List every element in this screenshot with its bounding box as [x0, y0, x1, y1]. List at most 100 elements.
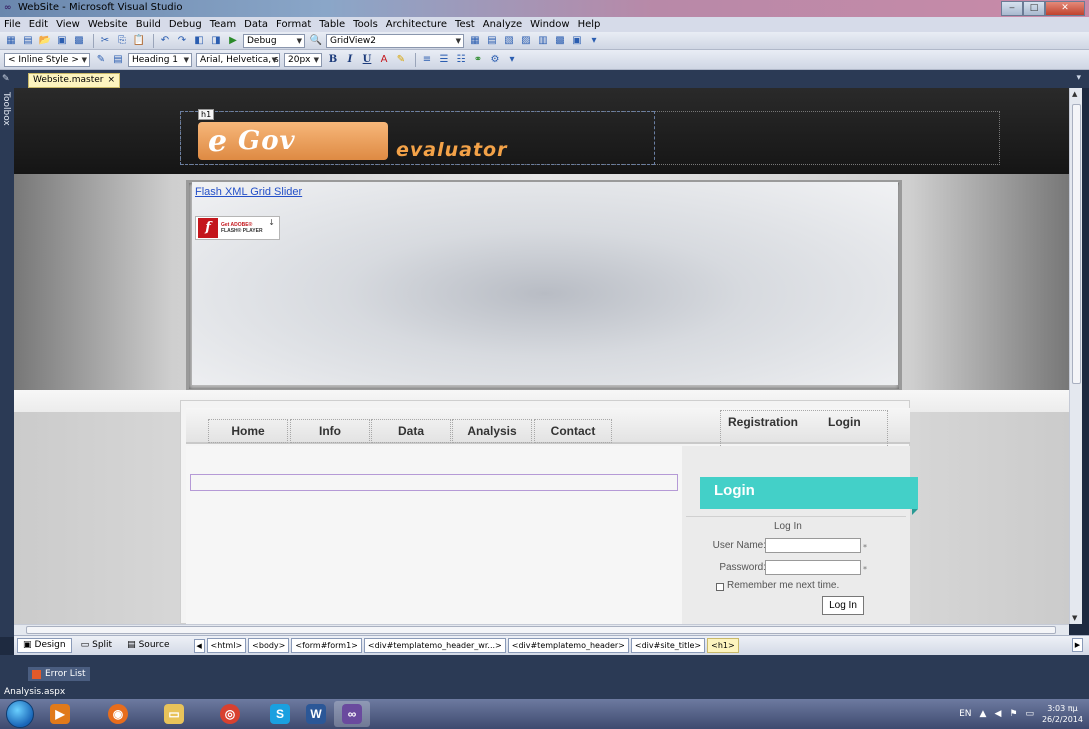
italic-button[interactable]: I	[343, 53, 357, 67]
save-all-icon[interactable]: ▩	[72, 34, 86, 48]
tag-breadcrumb-body[interactable]: <body>	[248, 638, 290, 653]
taskbar-media-player[interactable]: ▶	[42, 701, 78, 727]
nav-contact[interactable]: Contact	[534, 419, 612, 443]
format-options-icon[interactable]: ⚙	[488, 53, 502, 67]
save-icon[interactable]: ▣	[55, 34, 69, 48]
undo-icon[interactable]: ↶	[158, 34, 172, 48]
cut-icon[interactable]: ✂	[98, 34, 112, 48]
taskbar-firefox[interactable]: ◉	[100, 701, 136, 727]
nav-home[interactable]: Home	[208, 419, 288, 443]
tag-breadcrumb-site-title[interactable]: <div#site_title>	[630, 638, 706, 653]
start-debugging-icon[interactable]: ▶	[226, 34, 240, 48]
navigate-forward-icon[interactable]: ◨	[209, 34, 223, 48]
font-size-dropdown[interactable]: 20px ▼	[284, 52, 322, 67]
new-project-icon[interactable]: ▦	[4, 34, 18, 48]
tag-breadcrumb-h1[interactable]: <h1>	[707, 638, 739, 653]
error-list-tab[interactable]: Error List	[28, 667, 90, 681]
content-placeholder[interactable]	[190, 474, 678, 491]
bold-button[interactable]: B	[326, 53, 340, 67]
menu-view[interactable]: View	[56, 19, 80, 30]
new-style-icon[interactable]: ▤	[111, 53, 125, 67]
remember-me-checkbox[interactable]	[716, 583, 724, 591]
toolbox-icon[interactable]: ▧	[502, 34, 516, 48]
nav-info[interactable]: Info	[290, 419, 370, 443]
bulleted-list-icon[interactable]: ☷	[454, 53, 468, 67]
nav-registration[interactable]: Registration	[728, 415, 798, 429]
object-browser-icon[interactable]: ▥	[536, 34, 550, 48]
scroll-down-icon[interactable]: ▼	[1072, 614, 1077, 622]
toolbar-options-icon[interactable]: ▾	[505, 53, 519, 67]
toolbar-options-icon[interactable]: ▾	[587, 34, 601, 48]
design-view-button[interactable]: ▣ Design	[17, 638, 72, 653]
menu-tools[interactable]: Tools	[353, 19, 378, 30]
username-input[interactable]	[765, 538, 861, 553]
open-file-icon[interactable]: 📂	[38, 34, 52, 48]
get-flash-player-badge[interactable]: f Get ADOBE® FLASH® PLAYER ↓	[195, 216, 280, 240]
taskbar-explorer[interactable]: ▭	[156, 701, 192, 727]
target-rule-dropdown[interactable]: < Inline Style > ▼	[4, 52, 90, 67]
show-hidden-icons-icon[interactable]: ▲	[980, 709, 987, 719]
menu-edit[interactable]: Edit	[29, 19, 48, 30]
nav-login[interactable]: Login	[828, 415, 861, 429]
tag-breadcrumb-header-wrapper[interactable]: <div#templatemo_header_wr...>	[363, 638, 506, 653]
taskbar-visual-studio[interactable]: ∞	[334, 701, 370, 727]
split-view-button[interactable]: ▭ Split	[75, 638, 118, 653]
scroll-up-icon[interactable]: ▲	[1072, 90, 1077, 98]
align-icon[interactable]: ≡	[420, 53, 434, 67]
pin-icon[interactable]: ✎	[2, 74, 14, 84]
add-item-icon[interactable]: ▤	[21, 34, 35, 48]
hyperlink-icon[interactable]: ⚭	[471, 53, 485, 67]
find-combo[interactable]: GridView2 ▼	[326, 33, 464, 48]
solution-configuration-dropdown[interactable]: Debug ▼	[243, 33, 305, 48]
vertical-scroll-thumb[interactable]	[1072, 104, 1081, 384]
menu-architecture[interactable]: Architecture	[386, 19, 447, 30]
close-button[interactable]: ✕	[1045, 1, 1085, 16]
class-view-icon[interactable]: ▨	[519, 34, 533, 48]
properties-icon[interactable]: ▤	[485, 34, 499, 48]
menu-build[interactable]: Build	[136, 19, 161, 30]
horizontal-scroll-thumb[interactable]	[26, 626, 1056, 634]
block-format-dropdown[interactable]: Heading 1 ▼	[128, 52, 192, 67]
minimize-button[interactable]: ‒	[1001, 1, 1023, 16]
horizontal-scrollbar[interactable]	[14, 624, 1069, 635]
start-page-icon[interactable]: ▩	[553, 34, 567, 48]
menu-help[interactable]: Help	[578, 19, 601, 30]
font-color-icon[interactable]: A	[377, 53, 391, 67]
maximize-button[interactable]: □	[1023, 1, 1045, 16]
document-tab-website-master[interactable]: Website.master ×	[28, 73, 121, 88]
taskbar-skype[interactable]: S	[262, 701, 298, 727]
taskbar-chrome[interactable]: ◎	[212, 701, 248, 727]
copy-icon[interactable]: ⎘	[115, 34, 129, 48]
nav-data[interactable]: Data	[371, 419, 451, 443]
action-center-icon[interactable]: ⚑	[1009, 709, 1017, 719]
nav-analysis[interactable]: Analysis	[452, 419, 532, 443]
design-surface[interactable]: h1 e Gov evaluator Flash XML Grid Slider…	[14, 88, 1069, 624]
flash-xml-grid-slider-link[interactable]: Flash XML Grid Slider	[195, 186, 302, 198]
tab-list-icon[interactable]: ▾	[1076, 73, 1081, 83]
close-tab-icon[interactable]: ×	[107, 74, 115, 87]
menu-team[interactable]: Team	[210, 19, 236, 30]
style-application-icon[interactable]: ✎	[94, 53, 108, 67]
highlight-icon[interactable]: ✎	[394, 53, 408, 67]
menu-analyze[interactable]: Analyze	[483, 19, 522, 30]
menu-test[interactable]: Test	[455, 19, 475, 30]
menu-data[interactable]: Data	[244, 19, 268, 30]
language-indicator[interactable]: EN	[959, 709, 971, 719]
tag-breadcrumb-html[interactable]: <html>	[206, 638, 247, 653]
solution-explorer-icon[interactable]: ▦	[468, 34, 482, 48]
menu-format[interactable]: Format	[276, 19, 311, 30]
volume-icon[interactable]: ◀	[994, 709, 1001, 719]
paste-icon[interactable]: 📋	[132, 34, 146, 48]
breadcrumb-left-icon[interactable]: ◀	[193, 638, 205, 653]
menu-window[interactable]: Window	[530, 19, 569, 30]
tag-breadcrumb-header[interactable]: <div#templatemo_header>	[507, 638, 629, 653]
taskbar-word[interactable]: W	[298, 701, 334, 727]
numbered-list-icon[interactable]: ☰	[437, 53, 451, 67]
source-view-button[interactable]: ▤ Source	[121, 638, 175, 653]
menu-file[interactable]: File	[4, 19, 21, 30]
network-icon[interactable]: ▭	[1025, 709, 1034, 719]
toolbox-tab[interactable]: Toolbox	[1, 92, 11, 126]
menu-website[interactable]: Website	[88, 19, 128, 30]
font-name-dropdown[interactable]: Arial, Helvetica, s ▼	[196, 52, 280, 67]
tag-breadcrumb-form[interactable]: <form#form1>	[291, 638, 362, 653]
